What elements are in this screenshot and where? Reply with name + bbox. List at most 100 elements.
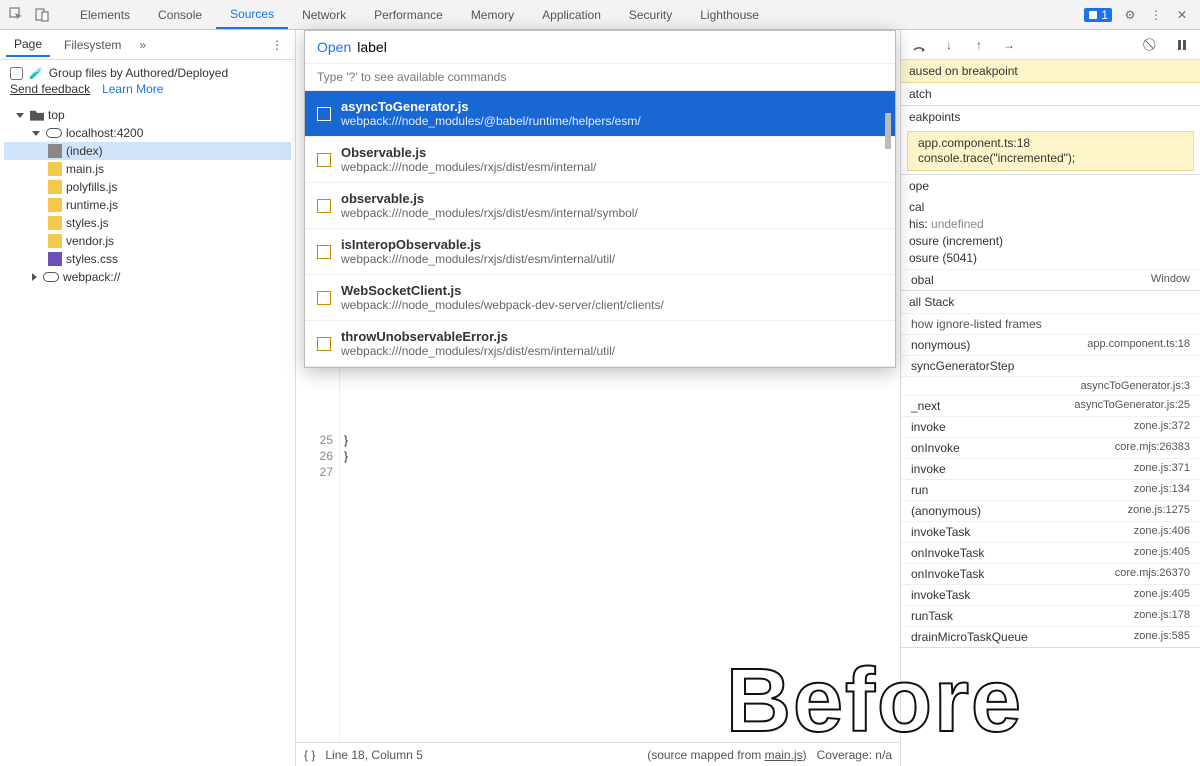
popup-item[interactable]: observable.jswebpack:///node_modules/rxj… bbox=[305, 183, 895, 229]
stack-frame[interactable]: nonymous)app.component.ts:18 bbox=[901, 334, 1200, 355]
popup-item-name: asyncToGenerator.js bbox=[341, 99, 641, 114]
pretty-print-icon[interactable]: { } bbox=[304, 748, 315, 762]
frame-function: _next bbox=[911, 399, 940, 413]
tab-memory[interactable]: Memory bbox=[457, 0, 528, 29]
stack-frame[interactable]: (anonymous)zone.js:1275 bbox=[901, 500, 1200, 521]
popup-item[interactable]: throwUnobservableError.jswebpack:///node… bbox=[305, 321, 895, 367]
stack-frame[interactable]: onInvokecore.mjs:26383 bbox=[901, 437, 1200, 458]
tab-network[interactable]: Network bbox=[288, 0, 360, 29]
stack-frame[interactable]: runTaskzone.js:178 bbox=[901, 605, 1200, 626]
popup-item[interactable]: asyncToGenerator.jswebpack:///node_modul… bbox=[305, 91, 895, 137]
stack-frame[interactable]: onInvokeTaskzone.js:405 bbox=[901, 542, 1200, 563]
tree-item[interactable]: vendor.js bbox=[4, 232, 291, 250]
tree-label: localhost:4200 bbox=[66, 126, 143, 140]
popup-scrollbar[interactable] bbox=[883, 109, 893, 421]
popup-item-path: webpack:///node_modules/rxjs/dist/esm/in… bbox=[341, 206, 638, 220]
tree-item[interactable]: runtime.js bbox=[4, 196, 291, 214]
tab-lighthouse[interactable]: Lighthouse bbox=[686, 0, 773, 29]
stack-frame[interactable]: _nextasyncToGenerator.js:25 bbox=[901, 395, 1200, 416]
source-map-link[interactable]: main.js bbox=[765, 748, 803, 762]
frame-location: zone.js:405 bbox=[1134, 546, 1190, 560]
frame-function: invokeTask bbox=[911, 525, 970, 539]
deactivate-breakpoints-icon[interactable]: ⃠ bbox=[1144, 37, 1160, 53]
pause-exceptions-icon[interactable] bbox=[1174, 37, 1190, 53]
stack-frame[interactable]: runzone.js:134 bbox=[901, 479, 1200, 500]
popup-item[interactable]: isInteropObservable.jswebpack:///node_mo… bbox=[305, 229, 895, 275]
issues-badge[interactable]: 1 bbox=[1084, 8, 1112, 22]
tree-item[interactable]: top bbox=[4, 106, 291, 124]
stack-frame[interactable]: syncGeneratorStep bbox=[901, 355, 1200, 376]
breakpoint-file: app.component.ts:18 bbox=[918, 136, 1183, 151]
callstack-section[interactable]: all Stack bbox=[901, 291, 1200, 313]
group-files-checkbox[interactable] bbox=[10, 67, 23, 80]
gear-icon[interactable]: ⚙ bbox=[1122, 7, 1138, 23]
file-icon bbox=[317, 337, 331, 351]
tree-label: main.js bbox=[66, 162, 104, 176]
stack-frame[interactable]: asyncToGenerator.js:3 bbox=[901, 376, 1200, 395]
stack-frame[interactable]: onInvokeTaskcore.mjs:26370 bbox=[901, 563, 1200, 584]
popup-item-path: webpack:///node_modules/rxjs/dist/esm/in… bbox=[341, 160, 596, 174]
popup-item[interactable]: Observable.jswebpack:///node_modules/rxj… bbox=[305, 137, 895, 183]
cloud-icon bbox=[43, 272, 59, 282]
frame-location: app.component.ts:18 bbox=[1087, 338, 1190, 352]
scope-global[interactable]: obalWindow bbox=[901, 269, 1200, 290]
frame-function: invoke bbox=[911, 420, 946, 434]
resume-icon[interactable] bbox=[911, 37, 927, 53]
popup-item[interactable]: WebSocketClient.jswebpack:///node_module… bbox=[305, 275, 895, 321]
breakpoint-item[interactable]: app.component.ts:18 console.trace("incre… bbox=[907, 131, 1194, 171]
main-toolbar: ElementsConsoleSourcesNetworkPerformance… bbox=[0, 0, 1200, 30]
tree-label: top bbox=[48, 108, 65, 122]
show-ignored-frames[interactable]: how ignore-listed frames bbox=[901, 313, 1200, 334]
tab-application[interactable]: Application bbox=[528, 0, 615, 29]
tree-item[interactable]: localhost:4200 bbox=[4, 124, 291, 142]
stack-frame[interactable]: invokezone.js:372 bbox=[901, 416, 1200, 437]
step-over-icon[interactable]: ↓ bbox=[941, 37, 957, 53]
paused-banner: aused on breakpoint bbox=[901, 60, 1200, 83]
tree-item[interactable]: webpack:// bbox=[4, 268, 291, 286]
tree-item[interactable]: polyfills.js bbox=[4, 178, 291, 196]
source-mapped: (source mapped from main.js) bbox=[647, 748, 806, 762]
popup-item-name: throwUnobservableError.js bbox=[341, 329, 615, 344]
watch-section[interactable]: atch bbox=[901, 83, 1200, 105]
inspect-icon[interactable] bbox=[8, 7, 24, 23]
file-icon bbox=[317, 291, 331, 305]
navigator-menu-icon[interactable]: ⋮ bbox=[265, 38, 289, 52]
step-into-icon[interactable]: ↑ bbox=[971, 37, 987, 53]
tab-performance[interactable]: Performance bbox=[360, 0, 457, 29]
tab-elements[interactable]: Elements bbox=[66, 0, 144, 29]
filesystem-subtab[interactable]: Filesystem bbox=[56, 34, 129, 56]
close-icon[interactable]: ✕ bbox=[1174, 7, 1190, 23]
step-out-icon[interactable]: → bbox=[1001, 37, 1017, 53]
tree-item[interactable]: styles.js bbox=[4, 214, 291, 232]
more-subtabs[interactable]: » bbox=[139, 38, 146, 52]
tab-security[interactable]: Security bbox=[615, 0, 686, 29]
device-icon[interactable] bbox=[34, 7, 50, 23]
frame-function: syncGeneratorStep bbox=[911, 359, 1014, 373]
frame-location: zone.js:405 bbox=[1134, 588, 1190, 602]
stack-frame[interactable]: invokeTaskzone.js:405 bbox=[901, 584, 1200, 605]
kebab-icon[interactable]: ⋮ bbox=[1148, 7, 1164, 23]
tree-label: polyfills.js bbox=[66, 180, 117, 194]
tree-item[interactable]: (index) bbox=[4, 142, 291, 160]
js-icon bbox=[48, 216, 62, 230]
debugger-toolbar: ↓ ↑ → ⃠ bbox=[901, 30, 1200, 60]
stack-frame[interactable]: invokeTaskzone.js:406 bbox=[901, 521, 1200, 542]
popup-item-path: webpack:///node_modules/@babel/runtime/h… bbox=[341, 114, 641, 128]
stack-frame[interactable]: drainMicroTaskQueuezone.js:585 bbox=[901, 626, 1200, 647]
learn-more-link[interactable]: Learn More bbox=[102, 82, 163, 96]
open-file-popup: Open Type '?' to see available commands … bbox=[304, 30, 896, 368]
breakpoints-section[interactable]: eakpoints bbox=[901, 106, 1200, 128]
stack-frame[interactable]: invokezone.js:371 bbox=[901, 458, 1200, 479]
js-icon bbox=[48, 162, 62, 176]
send-feedback-link[interactable]: Send feedback bbox=[10, 82, 90, 96]
file-icon bbox=[317, 245, 331, 259]
frame-location: asyncToGenerator.js:3 bbox=[1081, 380, 1190, 392]
page-subtab[interactable]: Page bbox=[6, 33, 50, 57]
tree-item[interactable]: styles.css bbox=[4, 250, 291, 268]
scope-section[interactable]: ope bbox=[901, 175, 1200, 197]
tab-console[interactable]: Console bbox=[144, 0, 216, 29]
tree-item[interactable]: main.js bbox=[4, 160, 291, 178]
quick-open-input[interactable] bbox=[357, 39, 883, 55]
tab-sources[interactable]: Sources bbox=[216, 0, 288, 29]
popup-item-name: observable.js bbox=[341, 191, 638, 206]
